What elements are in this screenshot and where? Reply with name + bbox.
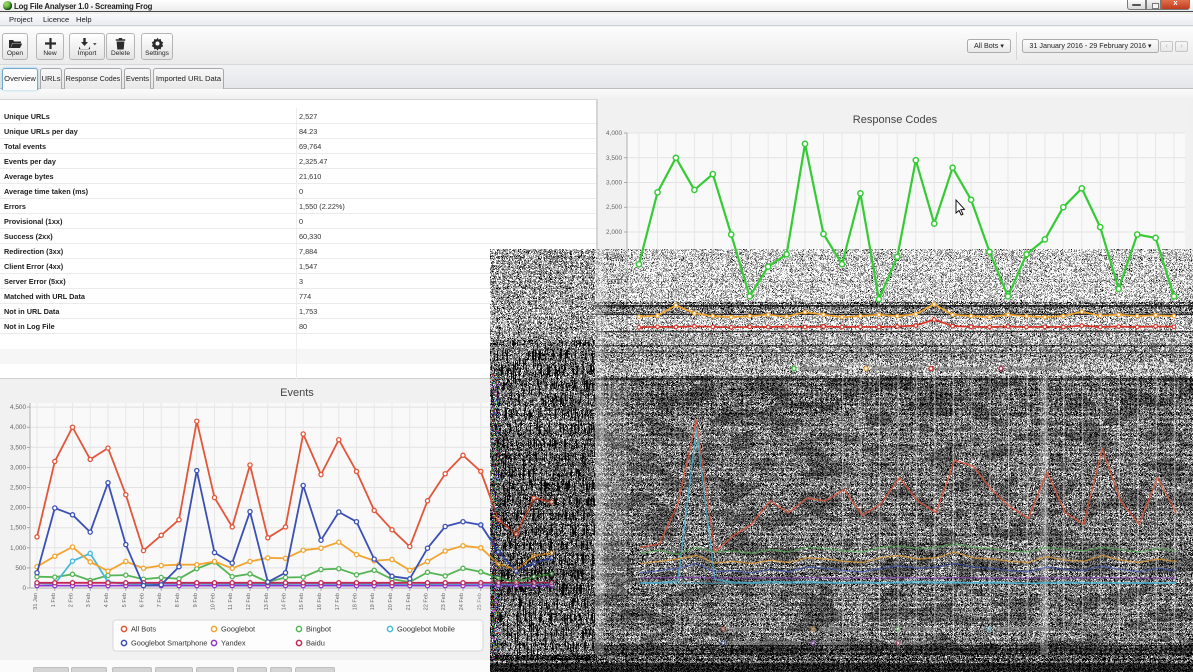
svg-text:3,000: 3,000 [10, 464, 26, 471]
svg-text:Bingbot: Bingbot [306, 625, 331, 634]
svg-text:11 Feb: 11 Feb [228, 593, 234, 610]
svg-text:10 Feb: 10 Feb [820, 335, 826, 354]
svg-text:8 Feb: 8 Feb [783, 335, 789, 351]
svg-text:31 Jan: 31 Jan [33, 593, 39, 610]
svg-text:2 Feb: 2 Feb [69, 593, 75, 607]
svg-text:2,500: 2,500 [606, 204, 622, 211]
svg-text:4,000: 4,000 [10, 424, 26, 431]
svg-text:17 Feb: 17 Feb [949, 335, 955, 354]
svg-text:23 Feb: 23 Feb [441, 593, 447, 610]
svg-text:2,000: 2,000 [10, 505, 26, 512]
svg-text:All Bots: All Bots [131, 625, 156, 634]
svg-text:13 Feb: 13 Feb [875, 335, 881, 354]
svg-text:9 Feb: 9 Feb [193, 593, 199, 607]
svg-text:Googlebot Mobile: Googlebot Mobile [397, 625, 455, 634]
svg-text:1,000: 1,000 [10, 545, 26, 552]
svg-text:Events: Events [280, 387, 314, 399]
svg-text:0: 0 [22, 585, 26, 592]
svg-text:500: 500 [15, 565, 26, 572]
svg-text:24 Feb: 24 Feb [1078, 335, 1084, 354]
svg-text:10 Feb: 10 Feb [211, 593, 217, 610]
svg-text:14 Feb: 14 Feb [282, 593, 288, 610]
svg-text:Yandex: Yandex [221, 639, 246, 648]
svg-text:6 Feb: 6 Feb [746, 335, 752, 351]
svg-text:Googlebot Smartphone: Googlebot Smartphone [131, 639, 207, 648]
svg-text:20 Feb: 20 Feb [1004, 335, 1010, 354]
svg-text:1,000: 1,000 [606, 279, 622, 286]
svg-text:0: 0 [618, 328, 622, 335]
svg-text:20 Feb: 20 Feb [388, 593, 394, 610]
svg-text:2,500: 2,500 [10, 485, 26, 492]
svg-text:3,500: 3,500 [606, 155, 622, 162]
svg-text:13 Feb: 13 Feb [264, 593, 270, 610]
svg-text:7 Feb: 7 Feb [764, 335, 770, 351]
svg-text:6 Feb: 6 Feb [140, 593, 146, 607]
svg-text:2 Feb: 2 Feb [672, 335, 678, 351]
svg-text:8 Feb: 8 Feb [175, 593, 181, 607]
svg-text:3,500: 3,500 [10, 444, 26, 451]
svg-text:17 Feb: 17 Feb [335, 593, 341, 610]
svg-text:16 Feb: 16 Feb [930, 335, 936, 354]
svg-text:0: 0 [618, 585, 622, 592]
svg-text:2,000: 2,000 [606, 229, 622, 236]
svg-text:Googlebot: Googlebot [221, 625, 255, 634]
svg-text:14 Feb: 14 Feb [893, 335, 899, 354]
svg-text:28 Feb: 28 Feb [1152, 335, 1158, 354]
svg-text:7 Feb: 7 Feb [157, 593, 163, 607]
svg-text:5 Feb: 5 Feb [122, 593, 128, 607]
svg-text:3 Feb: 3 Feb [690, 335, 696, 351]
svg-text:15 Feb: 15 Feb [912, 335, 918, 354]
svg-text:11 Feb: 11 Feb [838, 335, 844, 354]
svg-text:1,500: 1,500 [10, 525, 26, 532]
svg-text:5 Feb: 5 Feb [727, 335, 733, 351]
svg-text:4,500: 4,500 [10, 404, 26, 411]
svg-text:22 Feb: 22 Feb [1041, 335, 1047, 354]
svg-text:22 Feb: 22 Feb [424, 593, 430, 610]
svg-text:1 Feb: 1 Feb [51, 593, 57, 607]
svg-text:23 Feb: 23 Feb [1059, 335, 1065, 354]
svg-text:1 Feb: 1 Feb [654, 335, 660, 351]
svg-text:31 Jan: 31 Jan [635, 336, 641, 354]
svg-text:4,000: 4,000 [606, 130, 622, 137]
svg-text:16 Feb: 16 Feb [317, 593, 323, 610]
svg-text:25 Feb: 25 Feb [477, 593, 483, 610]
svg-text:18 Feb: 18 Feb [967, 335, 973, 354]
svg-text:18 Feb: 18 Feb [353, 593, 359, 610]
svg-text:21 Feb: 21 Feb [406, 593, 412, 610]
svg-text:1,500: 1,500 [606, 511, 622, 518]
svg-text:25 Feb: 25 Feb [1096, 335, 1102, 354]
svg-text:27 Feb: 27 Feb [1133, 335, 1139, 354]
svg-text:4 Feb: 4 Feb [104, 593, 110, 607]
svg-text:1,500: 1,500 [606, 254, 622, 261]
svg-text:2,000: 2,000 [606, 486, 622, 493]
svg-text:12 Feb: 12 Feb [856, 335, 862, 354]
svg-text:Response Codes: Response Codes [853, 114, 938, 126]
svg-text:9 Feb: 9 Feb [801, 335, 807, 351]
svg-text:3,000: 3,000 [606, 180, 622, 187]
svg-text:24 Feb: 24 Feb [459, 593, 465, 610]
svg-text:21 Feb: 21 Feb [1023, 335, 1029, 354]
svg-text:3 Feb: 3 Feb [86, 593, 92, 607]
svg-text:Baidu: Baidu [306, 639, 325, 648]
svg-text:26 Feb: 26 Feb [1115, 335, 1121, 354]
svg-text:500: 500 [611, 560, 622, 567]
svg-text:3,500: 3,500 [606, 412, 622, 419]
svg-text:29 Feb: 29 Feb [1170, 335, 1176, 354]
svg-text:19 Feb: 19 Feb [986, 335, 992, 354]
svg-text:15 Feb: 15 Feb [299, 593, 305, 610]
svg-text:12 Feb: 12 Feb [246, 593, 252, 610]
svg-text:500: 500 [611, 303, 622, 310]
svg-text:1,000: 1,000 [606, 536, 622, 543]
svg-text:2,500: 2,500 [606, 461, 622, 468]
svg-text:4 Feb: 4 Feb [709, 335, 715, 351]
svg-text:3,000: 3,000 [606, 437, 622, 444]
svg-text:4,000: 4,000 [606, 387, 622, 394]
svg-text:19 Feb: 19 Feb [370, 593, 376, 610]
